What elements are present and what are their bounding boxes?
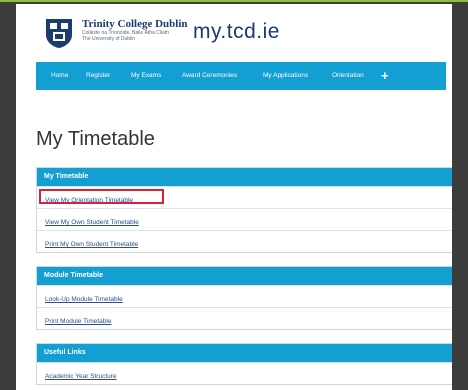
list-item: Look-Up Module Timetable [37, 285, 452, 307]
list-item: View My Own Student Timetable [37, 208, 452, 230]
panel-heading: Module Timetable [37, 267, 452, 285]
nav-item-my-exams[interactable]: My Exams [131, 62, 161, 90]
look-up-module-timetable-link[interactable]: Look-Up Module Timetable [45, 296, 123, 303]
view-student-timetable-link[interactable]: View My Own Student Timetable [45, 219, 139, 226]
print-student-timetable-link[interactable]: Print My Own Student Timetable [45, 241, 138, 248]
site-name[interactable]: my.tcd.ie [193, 20, 280, 44]
module-timetable-panel: Module Timetable Look-Up Module Timetabl… [36, 266, 452, 330]
tcd-crest-icon [46, 19, 72, 48]
nav-item-home[interactable]: Home [51, 62, 68, 90]
print-module-timetable-link[interactable]: Print Module Timetable [45, 318, 111, 325]
page: Trinity College Dublin Coláiste na Tríon… [16, 4, 452, 390]
nav-item-orientation[interactable]: Orientation [332, 62, 364, 90]
university-name: Trinity College Dublin [82, 18, 188, 30]
list-item: Academic Year Structure [37, 362, 452, 384]
view-orientation-timetable-link[interactable]: View My Orientation Timetable [45, 197, 133, 204]
nav-item-register[interactable]: Register [86, 62, 110, 90]
logo-wordmark[interactable]: Trinity College Dublin Coláiste na Tríon… [82, 18, 188, 42]
nav-item-award-ceremonies[interactable]: Award Ceremonies [182, 62, 237, 90]
panel-heading: Useful Links [37, 344, 452, 362]
plus-icon[interactable]: + [381, 62, 389, 90]
panel-heading: My Timetable [37, 168, 452, 186]
site-header: Trinity College Dublin Coláiste na Tríon… [16, 4, 452, 62]
top-accent-bar [0, 0, 468, 2]
main-navigation: Home Register My Exams Award Ceremonies … [36, 62, 446, 90]
university-subtitle: The University of Dublin [82, 36, 136, 42]
list-item: View My Orientation Timetable [37, 186, 452, 208]
useful-links-panel: Useful Links Academic Year Structure [36, 343, 452, 385]
list-item: Print My Own Student Timetable [37, 230, 452, 252]
page-title: My Timetable [36, 128, 155, 150]
my-timetable-panel: My Timetable View My Orientation Timetab… [36, 167, 452, 253]
list-item: Print Module Timetable [37, 307, 452, 329]
nav-item-my-applications[interactable]: My Applications [263, 62, 308, 90]
academic-year-structure-link[interactable]: Academic Year Structure [45, 373, 117, 380]
